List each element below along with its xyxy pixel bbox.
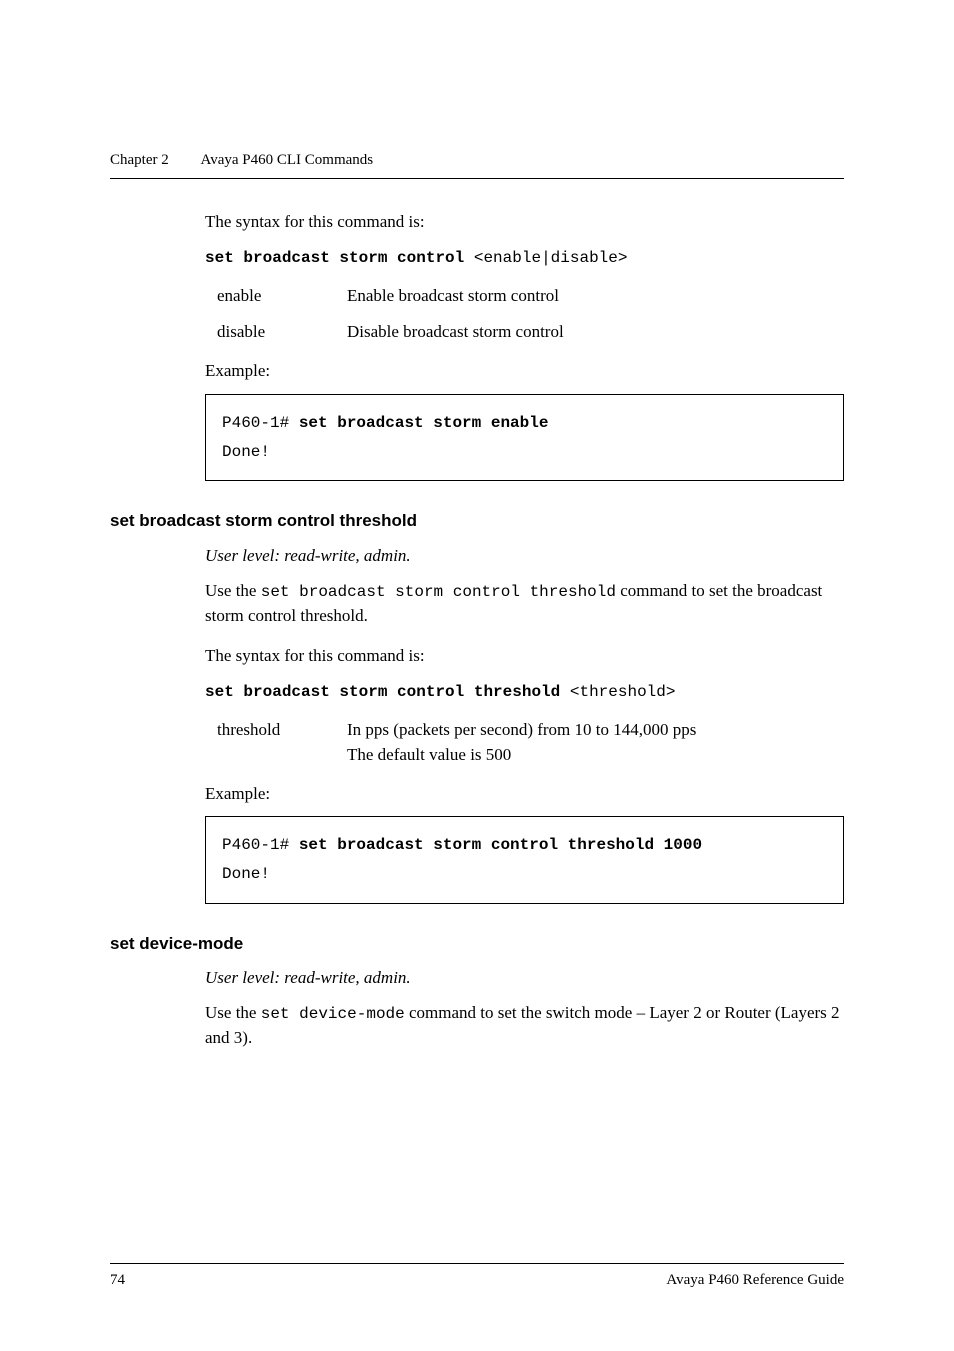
running-header: Chapter 2 Avaya P460 CLI Commands [110, 152, 844, 169]
example-box: P460-1# set broadcast storm control thre… [205, 816, 844, 904]
user-level: User level: read-write, admin. [205, 966, 844, 991]
param-desc: Enable broadcast storm control [347, 284, 844, 309]
section-heading: set device-mode [110, 932, 844, 957]
doc-title: Avaya P460 Reference Guide [666, 1272, 844, 1289]
example-line: P460-1# set broadcast storm control thre… [222, 831, 827, 860]
syntax-line: set broadcast storm control <enable|disa… [205, 245, 844, 270]
user-level: User level: read-write, admin. [205, 544, 844, 569]
example-output: Done! [222, 860, 827, 889]
param-row: enable Enable broadcast storm control [217, 284, 844, 309]
example-cmd: set broadcast storm enable [289, 414, 548, 432]
example-box: P460-1# set broadcast storm enable Done! [205, 394, 844, 482]
param-table: threshold In pps (packets per second) fr… [217, 718, 844, 767]
example-prompt: P460-1# [222, 836, 289, 854]
chapter-label: Chapter 2 [110, 152, 169, 169]
chapter-title: Avaya P460 CLI Commands [200, 152, 373, 169]
example-prompt: P460-1# [222, 414, 289, 432]
footer: 74 Avaya P460 Reference Guide [110, 1263, 844, 1289]
param-desc-line: The default value is 500 [347, 743, 844, 768]
syntax-cmd: set broadcast storm control [205, 249, 464, 267]
page: Chapter 2 Avaya P460 CLI Commands The sy… [0, 0, 954, 1351]
syntax-arg: <threshold> [560, 683, 675, 701]
param-name: threshold [217, 718, 347, 767]
example-output: Done! [222, 438, 827, 467]
example-label: Example: [205, 359, 844, 384]
param-desc: In pps (packets per second) from 10 to 1… [347, 718, 844, 767]
intro-cmd: set broadcast storm control threshold [261, 583, 616, 601]
param-name: disable [217, 320, 347, 345]
section-heading: set broadcast storm control threshold [110, 509, 844, 534]
syntax-cmd: set broadcast storm control threshold [205, 683, 560, 701]
intro-cmd: set device-mode [261, 1005, 405, 1023]
example-line: P460-1# set broadcast storm enable [222, 409, 827, 438]
syntax-line: set broadcast storm control threshold <t… [205, 679, 844, 704]
content-area: The syntax for this command is: set broa… [205, 210, 844, 1051]
param-desc: Disable broadcast storm control [347, 320, 844, 345]
param-name: enable [217, 284, 347, 309]
header-rule [110, 178, 844, 179]
intro-pre: Use the [205, 1003, 261, 1022]
syntax-label: The syntax for this command is: [205, 210, 844, 235]
param-row: disable Disable broadcast storm control [217, 320, 844, 345]
page-number: 74 [110, 1272, 125, 1289]
example-label: Example: [205, 782, 844, 807]
param-table: enable Enable broadcast storm control di… [217, 284, 844, 345]
syntax-arg: <enable|disable> [464, 249, 627, 267]
intro-pre: Use the [205, 581, 261, 600]
example-cmd: set broadcast storm control threshold 10… [289, 836, 702, 854]
intro-para: Use the set device-mode command to set t… [205, 1001, 844, 1051]
param-desc-line: In pps (packets per second) from 10 to 1… [347, 718, 844, 743]
intro-para: Use the set broadcast storm control thre… [205, 579, 844, 629]
syntax-label: The syntax for this command is: [205, 644, 844, 669]
param-row: threshold In pps (packets per second) fr… [217, 718, 844, 767]
